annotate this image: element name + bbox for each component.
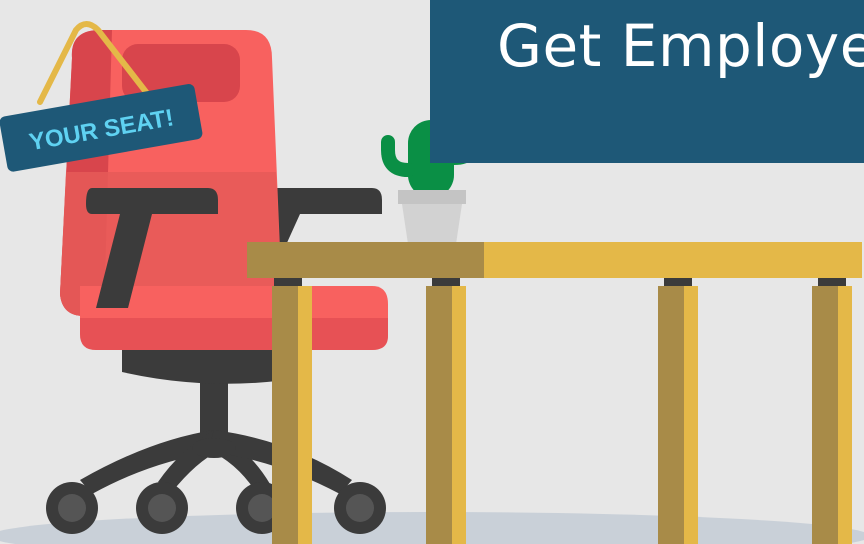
- title-banner: Get Employe: [430, 0, 864, 163]
- banner-title: Get Employe: [497, 12, 864, 80]
